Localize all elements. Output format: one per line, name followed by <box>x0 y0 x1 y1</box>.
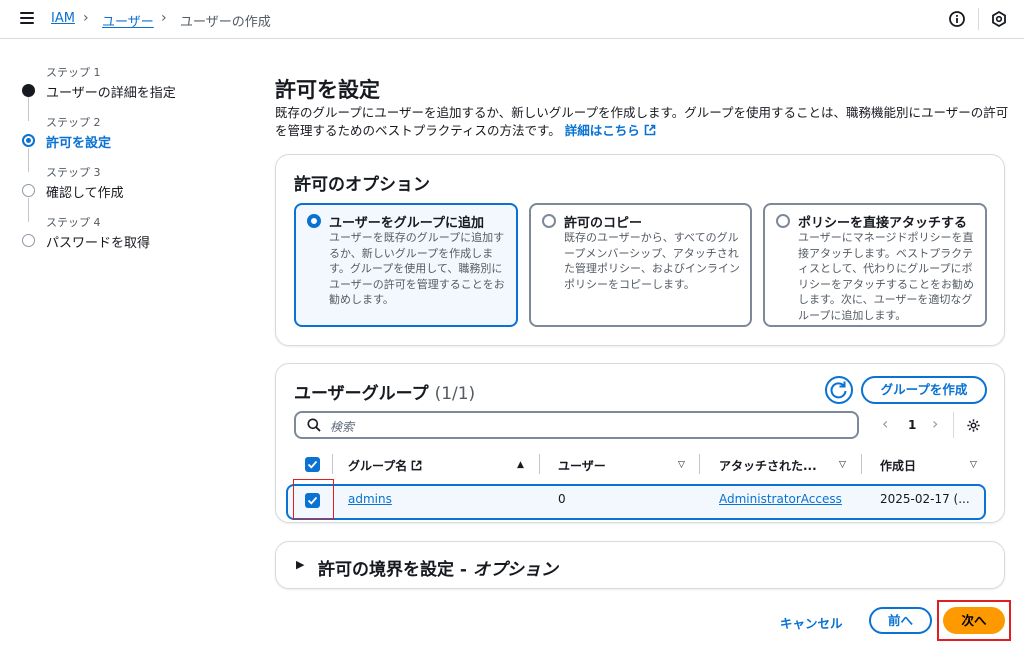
option-title: ユーザーをグループに追加 <box>329 216 484 231</box>
search-icon <box>307 418 321 432</box>
column-header-attached-policies[interactable]: アタッチされた... <box>719 457 817 474</box>
step-connector <box>28 97 29 121</box>
page-title: 許可を設定 <box>275 78 380 102</box>
boundary-optional: オプション <box>472 560 558 580</box>
option-attach-policies[interactable]: ポリシーを直接アタッチする ユーザーにマネージドポリシーを直接アタッチします。ベ… <box>763 203 987 327</box>
column-divider <box>539 454 540 474</box>
group-created-date: 2025-02-17 (... <box>880 492 970 506</box>
divider <box>978 8 979 30</box>
caret-right-icon: ▶ <box>296 558 305 571</box>
column-header-created[interactable]: 作成日 <box>880 457 916 474</box>
search-input[interactable]: 検索 <box>294 411 859 439</box>
hamburger-menu-icon[interactable] <box>20 12 34 24</box>
column-divider <box>699 454 700 474</box>
prev-page-icon[interactable]: ‹ <box>882 414 888 433</box>
permission-boundary-expander[interactable]: ▶ 許可の境界を設定 - オプション <box>275 541 1005 589</box>
panel-title: 許可のオプション <box>294 175 430 195</box>
sort-ascending-icon[interactable]: ▲ <box>517 460 524 470</box>
divider <box>953 412 954 438</box>
breadcrumb-users[interactable]: ユーザー <box>102 11 154 30</box>
column-header-users[interactable]: ユーザー <box>558 457 606 474</box>
boundary-title-text: 許可の境界を設定 - <box>318 560 473 580</box>
sort-icon[interactable]: ▽ <box>970 460 977 470</box>
select-all-checkbox[interactable] <box>305 457 320 472</box>
step-connector <box>28 198 29 222</box>
column-divider <box>332 454 333 474</box>
step-label: 許可を設定 <box>46 136 112 151</box>
learn-more-link[interactable]: 詳細はこちら <box>565 123 656 138</box>
step-pending-dot <box>22 184 35 197</box>
sort-icon[interactable]: ▽ <box>839 460 846 470</box>
page-number[interactable]: 1 <box>908 418 916 432</box>
previous-button[interactable]: 前へ <box>869 607 932 634</box>
step-number: ステップ 4 <box>46 216 101 229</box>
option-copy-permissions[interactable]: 許可のコピー 既存のユーザーから、すべてのグループメンバーシップ、アタッチされた… <box>529 203 752 327</box>
highlight-box <box>293 479 334 520</box>
search-placeholder: 検索 <box>330 420 355 434</box>
chevron-right-icon: › <box>83 10 89 26</box>
step-complete-dot <box>22 84 35 97</box>
radio-unselected[interactable] <box>542 214 556 228</box>
policy-link[interactable]: AdministratorAccess <box>719 492 842 506</box>
radio-unselected[interactable] <box>776 214 790 228</box>
group-user-count: 0 <box>558 492 566 506</box>
cancel-button[interactable]: キャンセル <box>780 613 843 632</box>
step-number: ステップ 1 <box>46 66 101 79</box>
external-link-icon <box>644 124 656 136</box>
group-name-link[interactable]: admins <box>348 492 392 506</box>
step-label: ユーザーの詳細を指定 <box>46 86 176 101</box>
column-label: グループ名 <box>348 459 408 473</box>
permission-options-panel: 許可のオプション ユーザーをグループに追加 ユーザーを既存のグループに追加するか… <box>275 154 1005 346</box>
notifications-icon[interactable] <box>990 10 1008 28</box>
info-icon[interactable] <box>948 10 966 28</box>
groups-count: (1/1) <box>434 384 476 404</box>
option-add-to-group[interactable]: ユーザーをグループに追加 ユーザーを既存のグループに追加するか、新しいグループを… <box>294 203 518 327</box>
chevron-right-icon: › <box>161 10 167 26</box>
option-title: 許可のコピー <box>564 216 643 231</box>
external-link-icon <box>412 460 422 471</box>
option-title: ポリシーを直接アタッチする <box>798 216 968 231</box>
option-description: ユーザーを既存のグループに追加するか、新しいグループを作成します。グループを使用… <box>329 231 505 306</box>
panel-title: ユーザーグループ (1/1) <box>294 379 475 404</box>
step-connector <box>28 148 29 172</box>
groups-title: ユーザーグループ <box>294 384 429 404</box>
column-header-group-name[interactable]: グループ名 <box>348 457 422 474</box>
step-label: 確認して作成 <box>46 186 124 201</box>
step-label: パスワードを取得 <box>46 236 151 251</box>
user-groups-panel: ユーザーグループ (1/1) グループを作成 検索 ‹ 1 › グループ名 ▲ … <box>275 363 1005 523</box>
settings-gear-icon[interactable] <box>966 418 981 436</box>
learn-more-label: 詳細はこちら <box>564 123 640 138</box>
highlight-box <box>937 600 1011 641</box>
top-navigation-bar: IAM › ユーザー › ユーザーの作成 <box>0 0 1024 39</box>
option-description: ユーザーにマネージドポリシーを直接アタッチします。ベストプラクティスとして、代わ… <box>798 231 974 322</box>
breadcrumb-current: ユーザーの作成 <box>180 15 271 30</box>
step-current-dot <box>22 134 35 147</box>
refresh-icon <box>830 381 847 399</box>
step-number: ステップ 2 <box>46 116 101 129</box>
create-group-button[interactable]: グループを作成 <box>861 376 987 404</box>
column-divider <box>861 454 862 474</box>
breadcrumb-iam[interactable]: IAM <box>51 11 75 26</box>
page-description: 既存のグループにユーザーを追加するか、新しいグループを作成します。グループを使用… <box>275 104 1010 140</box>
step-number: ステップ 3 <box>46 166 101 179</box>
radio-selected[interactable] <box>307 214 321 228</box>
next-page-icon[interactable]: › <box>932 414 938 433</box>
refresh-button[interactable] <box>825 376 853 404</box>
boundary-title: 許可の境界を設定 - オプション <box>318 555 558 580</box>
sort-icon[interactable]: ▽ <box>678 460 685 470</box>
option-description: 既存のユーザーから、すべてのグループメンバーシップ、アタッチされた管理ポリシー、… <box>564 231 740 291</box>
step-pending-dot <box>22 234 35 247</box>
